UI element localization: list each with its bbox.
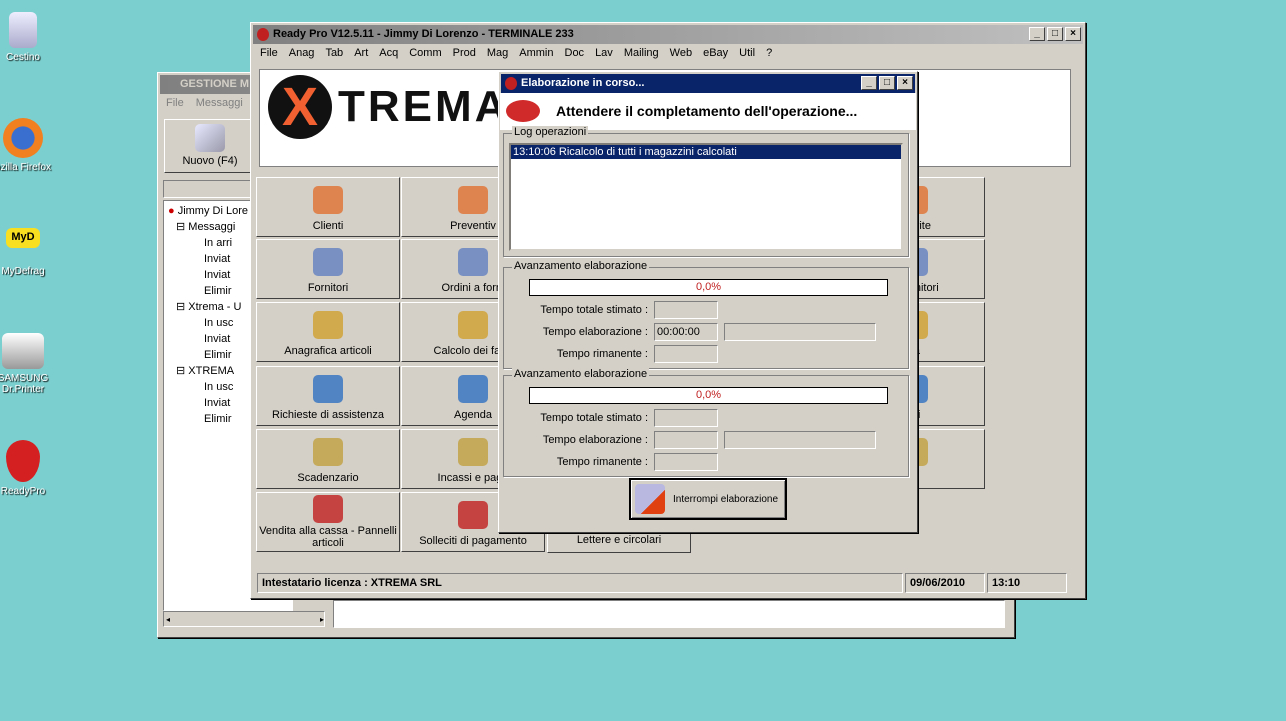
total-time-field <box>654 409 718 427</box>
menu-doc[interactable]: Doc <box>565 47 585 59</box>
menu-comm[interactable]: Comm <box>409 47 441 59</box>
remaining-time-label: Tempo rimanente : <box>556 348 648 360</box>
remaining-time-field <box>654 345 718 363</box>
module-icon <box>313 248 343 276</box>
new-message-button[interactable]: Nuovo (F4) <box>164 119 256 173</box>
desktop-icon-mydefrag[interactable]: MyD MyDefrag <box>0 228 58 277</box>
elapsed-time-field: 00:00:00 <box>654 323 718 341</box>
message-preview <box>333 600 1005 628</box>
elapsed-time-field <box>654 431 718 449</box>
xtrema-logo: X <box>268 75 332 139</box>
module-icon <box>458 501 488 529</box>
dialog-header-text: Attendere il completamento dell'operazio… <box>556 103 858 119</box>
gears-stop-icon <box>635 484 665 514</box>
module-button[interactable]: Scadenzario <box>256 429 400 489</box>
module-button[interactable]: Fornitori <box>256 239 400 299</box>
maximize-button[interactable]: □ <box>1047 27 1063 41</box>
progress-bar: 0,0% <box>529 387 888 404</box>
module-button[interactable]: Clienti <box>256 177 400 237</box>
dialog-title: Elaborazione in corso... <box>521 77 645 89</box>
close-button[interactable]: × <box>1065 27 1081 41</box>
module-icon <box>313 495 343 523</box>
menu-anag[interactable]: Anag <box>289 47 315 59</box>
module-icon <box>458 438 488 466</box>
window-title: Ready Pro V12.5.11 - Jimmy Di Lorenzo - … <box>273 28 574 40</box>
total-time-label: Tempo totale stimato : <box>540 412 648 424</box>
xtrema-logo-text: TREMA <box>338 82 510 131</box>
menu-ebay[interactable]: eBay <box>703 47 728 59</box>
module-icon <box>313 311 343 339</box>
progress-group-label: Avanzamento elaborazione <box>512 260 650 272</box>
minimize-button[interactable]: _ <box>1029 27 1045 41</box>
module-icon <box>458 186 488 214</box>
total-time-field <box>654 301 718 319</box>
menu-art[interactable]: Art <box>354 47 368 59</box>
module-icon <box>313 438 343 466</box>
menu-ammin[interactable]: Ammin <box>519 47 553 59</box>
module-icon <box>458 311 488 339</box>
menu-messaggi[interactable]: Messaggi <box>196 97 243 109</box>
module-button[interactable]: Anagrafica articoli <box>256 302 400 362</box>
module-button[interactable]: Lettere e circolari <box>547 533 691 553</box>
elapsed-time-label: Tempo elaborazione : <box>542 326 648 338</box>
menu-mailing[interactable]: Mailing <box>624 47 659 59</box>
log-entry[interactable]: 13:10:06 Ricalcolo di tutti i magazzini … <box>511 145 901 159</box>
strawberry-icon <box>505 77 517 90</box>
processing-dialog: Elaborazione in corso... _ □ × Attendere… <box>498 71 918 533</box>
menu-[interactable]: ? <box>766 47 772 59</box>
menu-file[interactable]: File <box>166 97 184 109</box>
menu-mag[interactable]: Mag <box>487 47 508 59</box>
module-icon <box>458 375 488 403</box>
progress-bar: 0,0% <box>529 279 888 296</box>
firefox-icon <box>3 118 43 158</box>
strawberry-icon <box>257 28 269 41</box>
desktop-icon-recycle-bin[interactable]: Cestino <box>0 12 58 63</box>
menu-util[interactable]: Util <box>739 47 755 59</box>
elapsed-detail-field <box>724 431 876 449</box>
dialog-maximize-button[interactable]: □ <box>879 76 895 90</box>
envelope-pen-icon <box>195 124 225 152</box>
module-button[interactable]: Richieste di assistenza <box>256 366 400 426</box>
module-icon <box>313 186 343 214</box>
recycle-bin-icon <box>9 12 37 48</box>
dialog-header: Attendere il completamento dell'operazio… <box>500 93 916 130</box>
status-date: 09/06/2010 <box>905 573 985 593</box>
progress-percent: 0,0% <box>695 281 722 293</box>
menu-acq[interactable]: Acq <box>379 47 398 59</box>
progress-group-label: Avanzamento elaborazione <box>512 368 650 380</box>
log-list[interactable]: 13:10:06 Ricalcolo di tutti i magazzini … <box>509 143 903 251</box>
status-time: 13:10 <box>987 573 1067 593</box>
printer-icon <box>2 333 44 369</box>
stop-processing-button[interactable]: Interrompi elaborazione <box>629 478 787 520</box>
progress-percent: 0,0% <box>695 389 722 401</box>
tree-horizontal-scrollbar[interactable]: ◂ ▸ <box>163 611 325 627</box>
elapsed-time-label: Tempo elaborazione : <box>542 434 648 446</box>
dialog-minimize-button[interactable]: _ <box>861 76 877 90</box>
remaining-time-field <box>654 453 718 471</box>
desktop-icon-readypro[interactable]: ReadyPro <box>0 440 58 497</box>
mydefrag-icon: MyD <box>6 228 40 248</box>
module-button[interactable]: Vendita alla cassa - Pannelli articoli <box>256 492 400 552</box>
menu-file[interactable]: File <box>260 47 278 59</box>
elapsed-detail-field <box>724 323 876 341</box>
total-time-label: Tempo totale stimato : <box>540 304 648 316</box>
desktop-icon-samsung-printer[interactable]: SAMSUNG Dr.Printer <box>0 333 58 395</box>
strawberries-icon <box>506 100 540 122</box>
module-icon <box>458 248 488 276</box>
strawberry-icon <box>6 440 40 482</box>
dialog-close-button[interactable]: × <box>897 76 913 90</box>
menu-tab[interactable]: Tab <box>325 47 343 59</box>
desktop-icon-firefox[interactable]: ozilla Firefox <box>0 118 58 173</box>
menu-lav[interactable]: Lav <box>595 47 613 59</box>
module-icon <box>313 375 343 403</box>
menu-prod[interactable]: Prod <box>453 47 476 59</box>
log-group-label: Log operazioni <box>512 126 589 138</box>
menu-web[interactable]: Web <box>670 47 692 59</box>
status-license: Intestatario licenza : XTREMA SRL <box>257 573 903 593</box>
remaining-time-label: Tempo rimanente : <box>556 456 648 468</box>
